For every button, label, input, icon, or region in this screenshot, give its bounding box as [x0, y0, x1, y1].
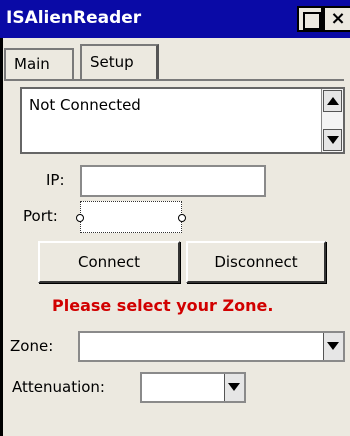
tab-divider [4, 79, 344, 81]
disconnect-button[interactable]: Disconnect [186, 241, 326, 283]
connect-button[interactable]: Connect [38, 241, 180, 283]
scroll-up-button[interactable] [323, 90, 342, 112]
chevron-down-icon [327, 342, 339, 350]
tab-setup[interactable]: Setup [80, 44, 159, 79]
port-input[interactable] [76, 201, 186, 233]
resize-handle-left[interactable] [76, 214, 84, 222]
scroll-down-button[interactable] [323, 129, 342, 151]
maximize-icon[interactable] [297, 6, 323, 32]
resize-handle-right[interactable] [178, 214, 186, 222]
attenuation-label: Attenuation: [12, 378, 105, 396]
status-textbox[interactable]: Not Connected [20, 87, 345, 154]
vertical-scrollbar[interactable] [321, 89, 343, 152]
ip-input[interactable] [80, 165, 266, 197]
arrow-up-icon [327, 97, 339, 105]
chevron-down-icon [228, 383, 240, 391]
status-text: Not Connected [29, 96, 141, 114]
ip-label: IP: [46, 171, 65, 189]
tab-main[interactable]: Main [4, 48, 74, 79]
arrow-down-icon [327, 136, 339, 144]
attenuation-dropdown-button[interactable] [224, 374, 244, 401]
zone-label: Zone: [10, 337, 54, 355]
window-title: ISAlienReader [6, 8, 142, 28]
zone-dropdown-button[interactable] [323, 333, 343, 360]
zone-warning: Please select your Zone. [52, 296, 274, 315]
zone-select[interactable] [78, 331, 345, 362]
attenuation-select[interactable] [140, 372, 246, 403]
close-icon[interactable]: × [323, 6, 350, 32]
title-bar: ISAlienReader × [0, 0, 350, 38]
port-label: Port: [23, 207, 58, 225]
